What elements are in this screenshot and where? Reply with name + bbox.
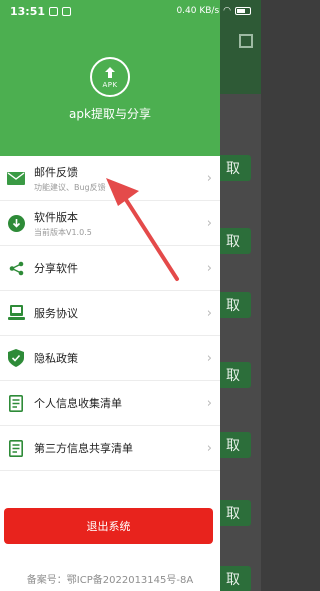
menu-item-label: 软件版本 [34, 210, 78, 224]
chevron-right-icon: › [206, 440, 212, 456]
download-circle-icon [7, 214, 25, 232]
menu-item-version[interactable]: 软件版本 当前版本V1.0.5 › [0, 201, 220, 246]
net-speed: 0.40 KB/s [176, 6, 220, 16]
privacy-shield-icon [7, 349, 25, 367]
background-extract-button: 取 [215, 155, 251, 181]
logo-text: APK [102, 80, 118, 89]
chevron-right-icon: › [206, 260, 212, 276]
chevron-right-icon: › [206, 305, 212, 321]
mail-icon [7, 169, 25, 187]
status-bar: 13:51 0.40 KB/s ◠ [0, 0, 261, 22]
share-icon [7, 259, 25, 277]
background-extract-button: 取 [215, 292, 251, 318]
menu-item-label: 邮件反馈 [34, 165, 78, 179]
document-list-icon [7, 439, 25, 457]
menu-item-label: 第三方信息共享清单 [34, 442, 133, 455]
app-logo: APK [90, 57, 130, 97]
scan-icon [239, 34, 253, 48]
chevron-right-icon: › [206, 350, 212, 366]
background-extract-button: 取 [215, 566, 251, 591]
wifi-icon: ◠ [223, 6, 231, 16]
menu-item-label: 隐私政策 [34, 352, 78, 365]
background-extract-button: 取 [215, 362, 251, 388]
document-list-icon [7, 394, 25, 412]
menu-item-service-agreement[interactable]: 服务协议 › [0, 291, 220, 336]
background-extract-button: 取 [215, 500, 251, 526]
service-agreement-icon [7, 304, 25, 322]
menu-item-label: 服务协议 [34, 307, 78, 320]
navigation-drawer: APK apk提取与分享 邮件反馈 功能建议、Bug反馈 › 软件版本 当前版本… [0, 0, 220, 591]
battery-icon [235, 7, 251, 15]
status-time: 13:51 [10, 4, 46, 18]
menu-item-share[interactable]: 分享软件 › [0, 246, 220, 291]
menu-item-label: 个人信息收集清单 [34, 397, 122, 410]
chevron-right-icon: › [206, 215, 212, 231]
menu-item-subtitle: 功能建议、Bug反馈 [34, 182, 106, 192]
chevron-right-icon: › [206, 395, 212, 411]
icp-record: 备案号：鄂ICP备2022013145号-8A [26, 575, 194, 586]
background-extract-button: 取 [215, 432, 251, 458]
menu-item-third-party-sharing-list[interactable]: 第三方信息共享清单 › [0, 426, 220, 471]
menu-item-personal-info-list[interactable]: 个人信息收集清单 › [0, 381, 220, 426]
notification-icon [62, 6, 72, 16]
notification-icon [49, 6, 59, 16]
menu-item-feedback[interactable]: 邮件反馈 功能建议、Bug反馈 › [0, 156, 220, 201]
upload-arrow-icon [105, 66, 115, 78]
menu-item-privacy-policy[interactable]: 隐私政策 › [0, 336, 220, 381]
menu-item-subtitle: 当前版本V1.0.5 [34, 227, 92, 237]
logout-button[interactable]: 退出系统 [4, 508, 213, 544]
app-title: apk提取与分享 [69, 107, 151, 121]
chevron-right-icon: › [206, 170, 212, 186]
drawer-header: APK apk提取与分享 [0, 0, 220, 156]
menu-item-label: 分享软件 [34, 262, 78, 275]
background-extract-button: 取 [215, 228, 251, 254]
drawer-menu: 邮件反馈 功能建议、Bug反馈 › 软件版本 当前版本V1.0.5 › 分享软件… [0, 156, 220, 471]
